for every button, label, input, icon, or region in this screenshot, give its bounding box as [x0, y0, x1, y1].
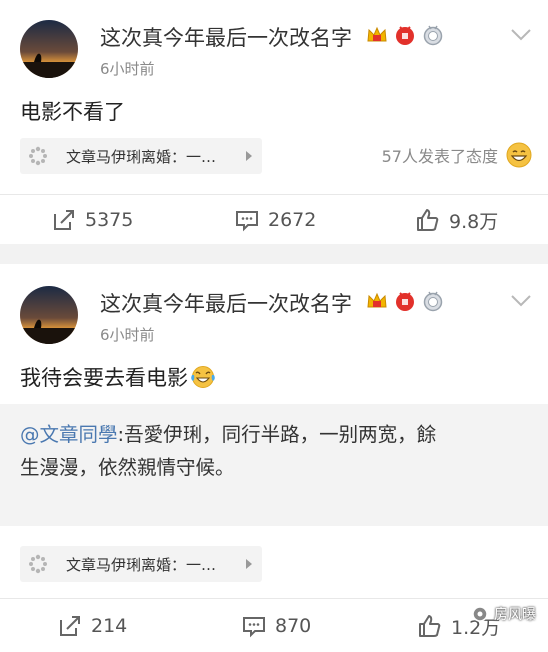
watermark: 房风曝	[470, 604, 536, 624]
repost-block[interactable]: @文章同學:吾愛伊琍，同行半路，一别两宽，餘 生漫漫，依然親情守候。	[0, 404, 548, 526]
crown-badge-icon[interactable]	[366, 24, 388, 46]
watermark-logo-icon	[472, 606, 488, 622]
avatar-image	[20, 286, 78, 344]
repost-count: 214	[91, 615, 128, 637]
action-bar: 214 870 1.2万	[0, 604, 548, 648]
topic-label: 文章马伊琍离婚：一…	[66, 556, 217, 574]
comment-button[interactable]: 2672	[235, 198, 316, 242]
repost-text: @文章同學:吾愛伊琍，同行半路，一别两宽，餘 生漫漫，依然親情守候。	[20, 418, 518, 484]
topic-label: 文章马伊琍离婚：一…	[66, 148, 217, 166]
share-icon	[60, 616, 80, 636]
chevron-down-icon[interactable]	[510, 28, 532, 42]
username[interactable]: 这次真今年最后一次改名字	[100, 22, 352, 52]
attitude-count: 57人发表了态度	[381, 147, 498, 166]
repost-text-line1: :吾愛伊琍，同行半路，一别两宽，餘	[117, 423, 437, 446]
chevron-down-icon[interactable]	[510, 294, 532, 308]
loading-icon	[29, 146, 47, 166]
red-badge-icon[interactable]	[394, 290, 416, 312]
topic-card[interactable]: 文章马伊琍离婚：一…	[20, 138, 262, 174]
loading-icon	[29, 554, 47, 574]
caret-right-icon	[246, 151, 252, 161]
comment-count: 870	[275, 615, 312, 637]
topic-card[interactable]: 文章马伊琍离婚：一…	[20, 546, 262, 582]
share-icon	[54, 210, 74, 230]
action-bar: 5375 2672 9.8万	[0, 198, 548, 242]
post-card[interactable]: 这次真今年最后一次改名字 6小时前 电影不看了 文章马伊琍离婚：一… 57人发表…	[0, 0, 548, 244]
red-badge-icon[interactable]	[394, 24, 416, 46]
post-text: 我待会要去看电影	[20, 366, 188, 390]
post-time: 6小时前	[100, 60, 155, 78]
repost-button[interactable]: 5375	[52, 198, 133, 242]
post-card[interactable]: 这次真今年最后一次改名字 6小时前 我待会要去看电影 @文章同學:吾愛伊琍，同行…	[0, 264, 548, 652]
thumbs-up-icon	[419, 615, 441, 637]
post-text: 电影不看了	[20, 100, 125, 124]
thumbs-up-icon	[417, 209, 439, 231]
repost-text-line2: 生漫漫，依然親情守候。	[20, 456, 235, 479]
divider	[0, 598, 548, 599]
watermark-text: 房风曝	[494, 607, 536, 623]
user-badges	[366, 290, 444, 312]
comment-count: 2672	[268, 209, 317, 231]
comment-icon	[236, 211, 258, 232]
crown-badge-icon[interactable]	[366, 290, 388, 312]
comment-icon	[243, 617, 265, 638]
like-button[interactable]: 9.8万	[416, 198, 498, 242]
post-text-row: 我待会要去看电影	[20, 362, 216, 392]
post-time: 6小时前	[100, 326, 155, 344]
mention-link[interactable]: @文章同學	[20, 423, 118, 446]
avatar-image	[20, 20, 78, 78]
user-badges	[366, 24, 444, 46]
attitude-summary[interactable]: 57人发表了态度	[382, 142, 532, 168]
silver-medal-icon[interactable]	[422, 24, 444, 46]
caret-right-icon	[246, 559, 252, 569]
silver-medal-icon[interactable]	[422, 290, 444, 312]
comment-button[interactable]: 870	[242, 604, 311, 648]
avatar[interactable]	[20, 286, 78, 344]
cry-laugh-emoji-icon	[191, 366, 215, 388]
username[interactable]: 这次真今年最后一次改名字	[100, 288, 352, 318]
repost-count: 5375	[85, 209, 134, 231]
like-count: 9.8万	[449, 210, 499, 233]
avatar[interactable]	[20, 20, 78, 78]
divider	[0, 194, 548, 195]
repost-button[interactable]: 214	[58, 604, 127, 648]
laughing-emoji-icon	[506, 142, 532, 168]
